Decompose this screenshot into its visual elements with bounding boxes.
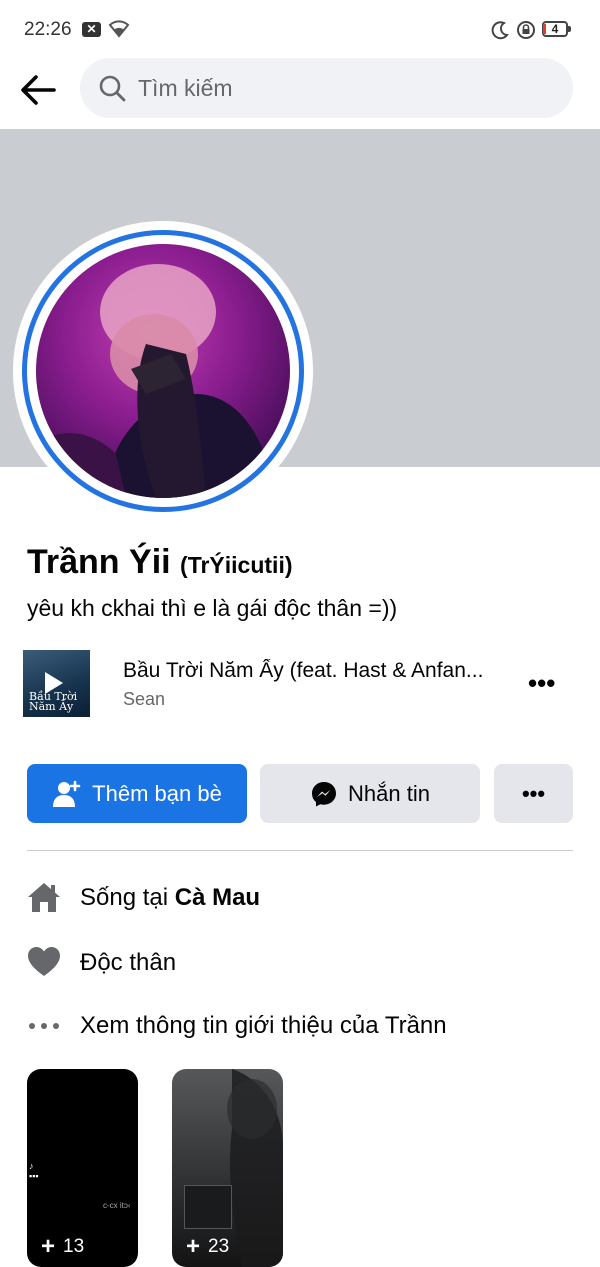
search-input[interactable] [138, 72, 538, 104]
lives-in-text: Sống tại Cà Mau [80, 884, 260, 912]
see-about-text: Xem thông tin giới thiệu của Trầnn [80, 1012, 447, 1039]
song-title: Bầu Trời Năm Ấy (feat. Hast & Anfan... [123, 659, 484, 682]
story-count: +13 [41, 1233, 85, 1260]
profile-picture[interactable] [13, 221, 313, 521]
message-label: Nhắn tin [348, 780, 430, 806]
intro-relationship: Độc thân [27, 943, 577, 983]
intro-lives-in: Sống tại Cà Mau [27, 878, 577, 918]
divider [27, 850, 573, 851]
battery-icon: 4 [542, 21, 571, 37]
profile-alternate-name: (TrÝiicutii) [180, 552, 293, 578]
add-friend-icon [53, 780, 81, 807]
story-caption: c-cx itɔ‹ [103, 1201, 131, 1210]
top-bar [0, 58, 600, 128]
status-time: 22:26 [24, 19, 72, 40]
avatar [36, 244, 290, 498]
home-icon [28, 883, 60, 912]
profile-primary-name: Trầnn Ýii [27, 543, 171, 581]
story-count: +23 [186, 1233, 230, 1260]
plus-icon: + [186, 1233, 201, 1260]
wifi-icon [108, 20, 130, 38]
notification-icon: ✕ [82, 22, 101, 37]
moon-icon [491, 21, 509, 40]
album-art-line2: Năm Ấy [29, 700, 74, 713]
profile-music[interactable]: Bầu Trời Năm Ấy Bầu Trời Năm Ấy (feat. H… [23, 650, 573, 718]
search-bar[interactable] [80, 58, 573, 118]
relationship-text: Độc thân [80, 949, 177, 976]
search-icon [99, 75, 126, 102]
back-button[interactable] [18, 70, 64, 110]
intro-see-about[interactable]: Xem thông tin giới thiệu của Trầnn [27, 1006, 577, 1046]
add-friend-label: Thêm bạn bè [92, 780, 222, 806]
message-button[interactable]: Nhắn tin [260, 764, 480, 823]
lives-in-prefix: Sống tại [80, 884, 175, 911]
tiktok-icon: ♪ ▪▪▪ [29, 1161, 39, 1181]
story-thumbnail [184, 1185, 232, 1229]
avatar-image [36, 264, 276, 498]
more-actions-button[interactable]: ••• [494, 764, 573, 823]
album-art-text: Bầu Trời Năm Ấy [29, 691, 77, 713]
add-friend-button[interactable]: Thêm bạn bè [27, 764, 247, 823]
profile-bio: yêu kh ckhai thì e là gái độc thân =)) [27, 595, 398, 621]
back-arrow-icon [21, 75, 56, 105]
lives-in-place[interactable]: Cà Mau [175, 884, 260, 911]
song-artist: Sean [123, 689, 166, 709]
more-horizontal-icon [29, 1023, 59, 1029]
featured-story[interactable]: +23 [172, 1069, 283, 1267]
plus-icon: + [41, 1233, 56, 1260]
messenger-icon [312, 781, 337, 806]
album-art[interactable]: Bầu Trời Năm Ấy [23, 650, 90, 717]
status-bar: 22:26 ✕ 4 [0, 0, 600, 58]
featured-story[interactable]: ♪ ▪▪▪ c-cx itɔ‹ +13 [27, 1069, 138, 1267]
rotation-lock-icon [517, 21, 535, 39]
heart-icon [28, 947, 60, 976]
more-options-icon[interactable]: ••• [528, 668, 555, 699]
profile-name: Trầnn Ýii (TrÝiicutii) [27, 543, 293, 582]
